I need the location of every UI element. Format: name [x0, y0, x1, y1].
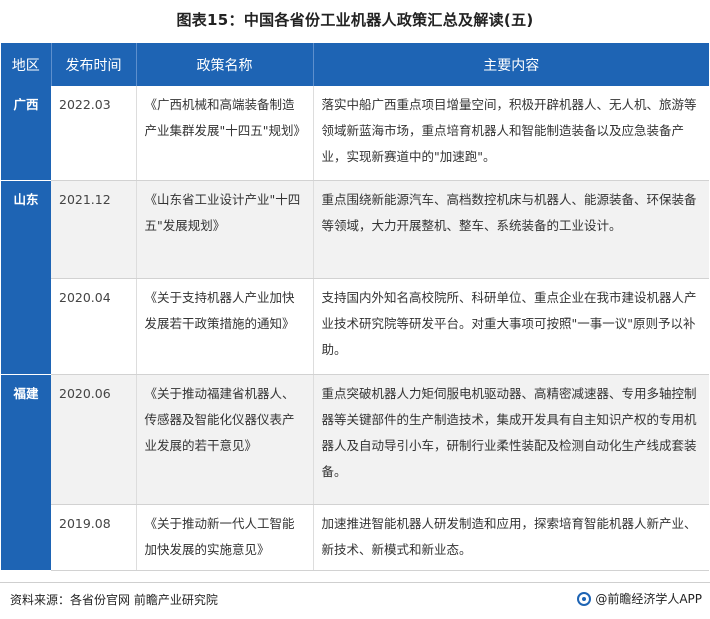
date-cell: 2020.04 — [51, 278, 137, 375]
brand-text: @前瞻经济学人APP — [595, 592, 702, 606]
content-cell: 重点围绕新能源汽车、高档数控机床与机器人、能源装备、环保装备等领域，大力开展整机… — [313, 180, 709, 279]
header-policy: 政策名称 — [136, 43, 314, 86]
content-cell: 加速推进智能机器人研发制造和应用，探索培育智能机器人新产业、新技术、新模式和新业… — [313, 504, 709, 571]
date-cell: 2021.12 — [51, 180, 137, 279]
date-cell: 2020.06 — [51, 374, 137, 505]
brand-logo-icon — [577, 591, 592, 606]
content-cell: 支持国内外知名高校院所、科研单位、重点企业在我市建设机器人产业技术研究院等研发平… — [313, 278, 709, 375]
region-cell: 广西 — [1, 86, 51, 181]
table-row: 广西 2022.03 《广西机械和高端装备制造产业集群发展"十四五"规划》 落实… — [1, 86, 709, 181]
policy-cell: 《关于支持机器人产业加快发展若干政策措施的通知》 — [136, 278, 314, 375]
source-note: 资料来源：各省份官网 前瞻产业研究院 — [10, 593, 218, 607]
table-row: 2020.04 《关于支持机器人产业加快发展若干政策措施的通知》 支持国内外知名… — [1, 278, 709, 375]
table-header-row: 地区 发布时间 政策名称 主要内容 — [1, 43, 709, 86]
policy-table: 地区 发布时间 政策名称 主要内容 广西 2022.03 《广西机械和高端装备制… — [1, 43, 709, 571]
region-cell: 福建 — [1, 374, 51, 571]
policy-cell: 《关于推动福建省机器人、传感器及智能化仪器仪表产业发展的若干意见》 — [136, 374, 314, 505]
brand-credit: @前瞻经济学人APP — [577, 590, 702, 607]
table-row: 山东 2021.12 《山东省工业设计产业"十四五"发展规划》 重点围绕新能源汽… — [1, 180, 709, 375]
date-cell: 2019.08 — [51, 504, 137, 571]
date-cell: 2022.03 — [51, 86, 137, 181]
region-cell: 山东 — [1, 180, 51, 375]
header-date: 发布时间 — [51, 43, 137, 86]
footer-divider — [0, 582, 710, 583]
policy-cell: 《广西机械和高端装备制造产业集群发展"十四五"规划》 — [136, 86, 314, 181]
table-row: 2019.08 《关于推动新一代人工智能加快发展的实施意见》 加速推进智能机器人… — [1, 504, 709, 571]
content-cell: 重点突破机器人力矩伺服电机驱动器、高精密减速器、专用多轴控制器等关键部件的生产制… — [313, 374, 709, 505]
policy-cell: 《关于推动新一代人工智能加快发展的实施意见》 — [136, 504, 314, 571]
policy-cell: 《山东省工业设计产业"十四五"发展规划》 — [136, 180, 314, 279]
header-region: 地区 — [1, 43, 52, 86]
header-content: 主要内容 — [313, 43, 709, 86]
content-cell: 落实中船广西重点项目增量空间，积极开辟机器人、无人机、旅游等领域新蓝海市场，重点… — [313, 86, 709, 181]
chart-title: 图表15：中国各省份工业机器人政策汇总及解读(五) — [176, 11, 534, 29]
table-row: 福建 2020.06 《关于推动福建省机器人、传感器及智能化仪器仪表产业发展的若… — [1, 374, 709, 571]
